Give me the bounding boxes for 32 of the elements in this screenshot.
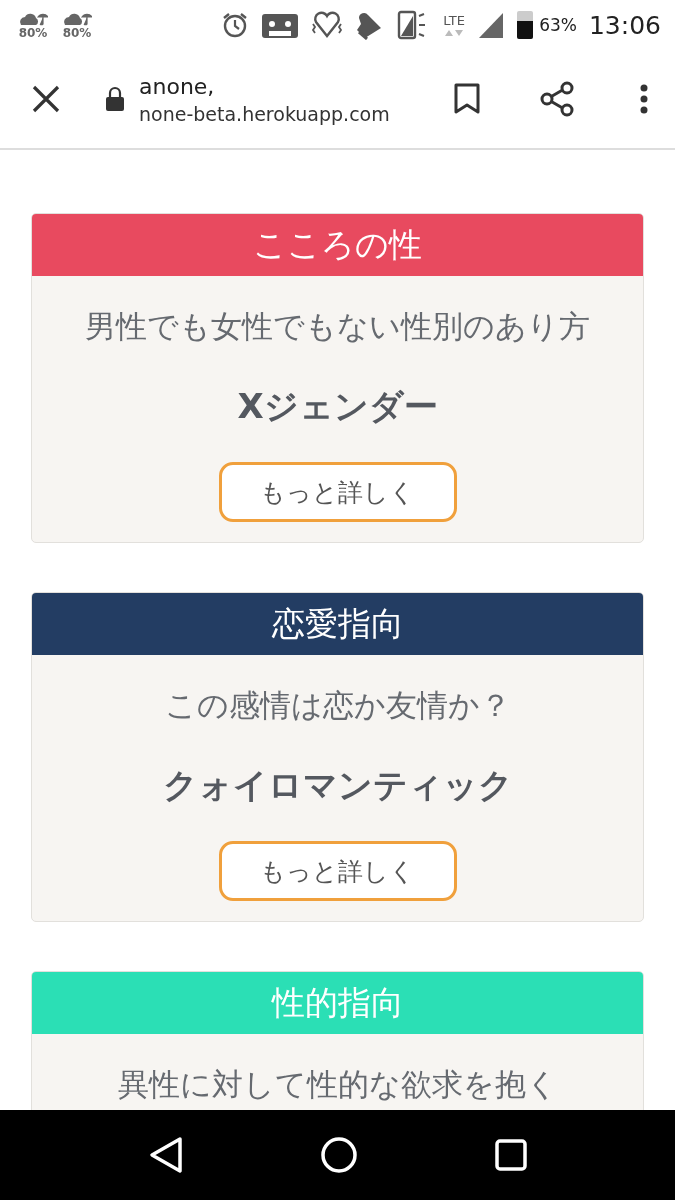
term-heading: Xジェンダー <box>237 385 438 428</box>
clock-time: 13:06 <box>588 10 661 40</box>
share-icon[interactable] <box>539 81 575 117</box>
humidity-reading: 80% <box>62 27 92 39</box>
humidity-reading: 80% <box>18 27 48 39</box>
weather-icon <box>62 11 92 27</box>
back-icon[interactable] <box>148 1135 185 1175</box>
more-details-button[interactable]: もっと詳しく <box>218 462 457 522</box>
card-title: 恋愛指向 <box>32 593 643 655</box>
page-title: anone, <box>139 73 216 99</box>
network-type-label: LTE <box>443 13 465 27</box>
lock-icon <box>105 86 125 112</box>
card-description: 異性に対して性的な欲求を抱く <box>117 1065 558 1104</box>
page-url[interactable]: none-beta.herokuapp.com <box>139 102 453 125</box>
term-heading: クォイロマンティック <box>162 764 513 807</box>
cassette-icon <box>261 11 300 39</box>
card-description: この感情は恋か友情か？ <box>164 686 511 725</box>
data-arrows-icon <box>443 28 466 37</box>
card-title: こころの性 <box>32 214 643 276</box>
home-icon[interactable] <box>320 1136 359 1174</box>
more-icon[interactable] <box>639 84 649 114</box>
close-icon[interactable] <box>31 84 61 114</box>
card-description: 男性でも女性でもない性別のあり方 <box>85 307 590 346</box>
recents-icon[interactable] <box>494 1139 527 1171</box>
battery-icon <box>517 11 534 39</box>
card-title: 性的指向 <box>32 972 643 1034</box>
vibrate-heart-icon <box>311 10 344 40</box>
more-details-button[interactable]: もっと詳しく <box>218 841 457 901</box>
weather-icon <box>18 11 48 27</box>
battery-percentage: 63% <box>539 15 577 35</box>
signal-icon <box>477 11 506 39</box>
bookmark-icon[interactable] <box>453 82 483 116</box>
